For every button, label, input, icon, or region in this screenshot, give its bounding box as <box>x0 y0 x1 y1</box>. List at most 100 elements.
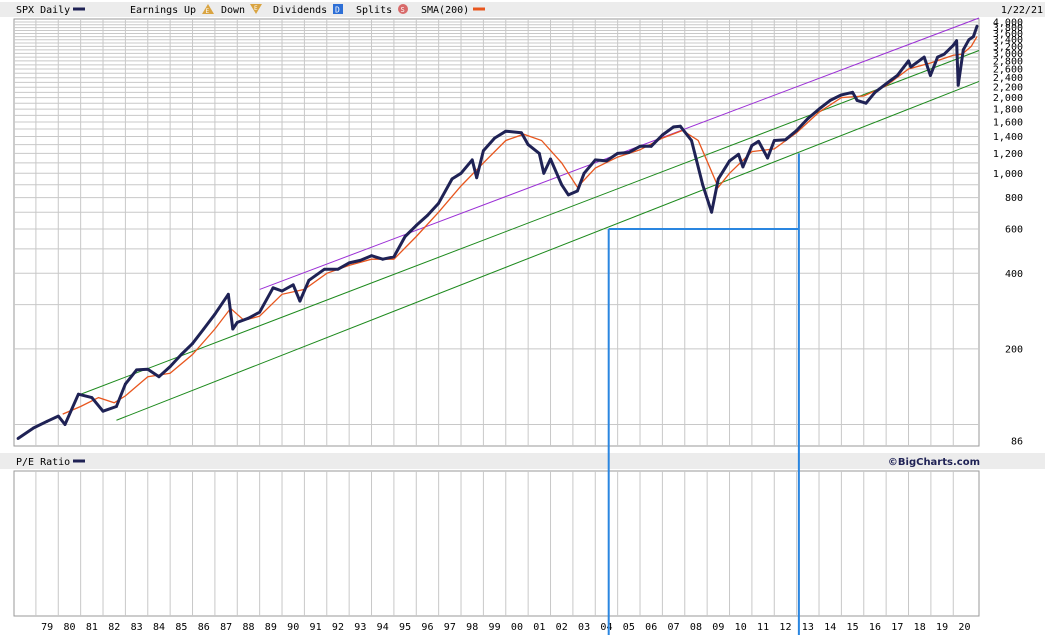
price-point <box>135 368 138 372</box>
x-tick-label: 10 <box>735 622 747 633</box>
x-tick-label: 86 <box>198 622 210 633</box>
x-tick-label: 08 <box>690 622 702 633</box>
price-point <box>493 136 496 140</box>
price-point <box>520 131 523 135</box>
price-point <box>907 59 910 63</box>
price-point <box>750 144 754 147</box>
y-tick-label: 2,200 <box>993 83 1023 94</box>
x-tick-label: 05 <box>623 622 635 633</box>
x-tick-label: 90 <box>287 622 299 633</box>
price-point <box>784 138 787 142</box>
x-tick-label: 99 <box>489 622 501 633</box>
x-tick-label: 96 <box>421 622 433 633</box>
price-point <box>504 129 508 133</box>
y-tick-label: 1,600 <box>993 117 1023 128</box>
price-point <box>450 177 454 181</box>
price-point <box>16 437 20 440</box>
price-point <box>884 82 888 86</box>
x-tick-label: 81 <box>86 622 98 633</box>
price-point <box>537 151 541 155</box>
price-point <box>213 312 217 316</box>
x-tick-label: 00 <box>511 622 523 633</box>
price-point <box>956 83 960 87</box>
price-point <box>839 93 843 97</box>
price-point <box>123 382 127 386</box>
price-point <box>403 235 407 238</box>
price-point <box>828 99 832 102</box>
earnings-down-icon-glyph: E <box>254 5 258 12</box>
price-point <box>806 117 810 121</box>
price-point <box>795 129 799 132</box>
y-tick-label: 1,200 <box>993 149 1023 160</box>
price-point <box>481 149 485 153</box>
price-point <box>347 261 351 265</box>
price-point <box>855 99 859 102</box>
x-tick-label: 84 <box>153 622 165 633</box>
dividends-label: Dividends <box>273 5 327 16</box>
x-tick-label: 93 <box>354 622 366 633</box>
price-point <box>157 375 161 379</box>
price-point <box>817 107 821 111</box>
dividends-icon-glyph: D <box>335 6 340 15</box>
price-point <box>271 286 275 290</box>
price-point <box>202 327 206 331</box>
price-point <box>627 151 631 154</box>
price-point <box>672 125 675 129</box>
y-tick-label: 1,400 <box>993 132 1023 143</box>
price-point <box>470 158 474 162</box>
price-point <box>336 267 340 271</box>
date-label: 1/22/21 <box>1001 5 1043 16</box>
price-point <box>307 278 311 282</box>
price-point <box>323 267 326 271</box>
pe-ratio-label: P/E Ratio <box>16 457 70 468</box>
price-point <box>280 289 284 293</box>
price-point <box>701 183 705 187</box>
x-tick-label: 07 <box>668 622 680 633</box>
x-tick-label: 14 <box>824 622 836 633</box>
price-point <box>77 392 80 396</box>
price-point <box>247 316 250 320</box>
symbol-label: SPX Daily <box>16 5 70 16</box>
price-point <box>291 283 295 287</box>
x-tick-label: 11 <box>757 622 769 633</box>
x-tick-label: 13 <box>802 622 814 633</box>
price-point <box>226 292 230 296</box>
price-point <box>951 43 955 47</box>
price-point <box>967 38 971 42</box>
price-point <box>593 158 597 162</box>
price-point <box>851 90 854 94</box>
y-tick-label: 2,000 <box>993 93 1023 104</box>
x-tick-label: 16 <box>869 622 881 633</box>
price-point <box>728 159 731 163</box>
y-tick-label: 1,800 <box>993 105 1023 116</box>
price-point <box>542 171 546 175</box>
x-tick-label: 80 <box>63 622 75 633</box>
price-point <box>370 254 373 258</box>
price-point <box>772 139 776 142</box>
x-tick-label: 92 <box>332 622 344 633</box>
price-panel <box>13 18 980 447</box>
price-point <box>757 139 761 143</box>
x-axis: 79 80 81 82 83 84 85 86 87 88 89 90 91 92 93 94 95 96 97 98… <box>41 622 970 633</box>
splits-icon-glyph: S <box>401 6 405 14</box>
x-tick-label: 85 <box>175 622 187 633</box>
x-tick-label: 01 <box>533 622 545 633</box>
price-point <box>678 124 682 128</box>
x-tick-label: 94 <box>377 622 389 633</box>
price-point <box>381 257 385 261</box>
x-tick-label: 03 <box>578 622 590 633</box>
x-tick-label: 18 <box>914 622 926 633</box>
price-point <box>146 367 150 371</box>
price-point <box>426 213 429 217</box>
price-point <box>191 342 194 345</box>
price-point <box>660 133 664 137</box>
x-tick-label: 89 <box>265 622 277 633</box>
x-tick-label: 12 <box>779 622 791 633</box>
y-tick-label: 4,000 <box>993 18 1023 29</box>
price-point <box>616 151 620 155</box>
price-point <box>258 310 262 314</box>
x-tick-label: 88 <box>242 622 254 633</box>
price-point <box>909 65 913 69</box>
x-tick-label: 87 <box>220 622 232 633</box>
price-point <box>873 90 877 94</box>
